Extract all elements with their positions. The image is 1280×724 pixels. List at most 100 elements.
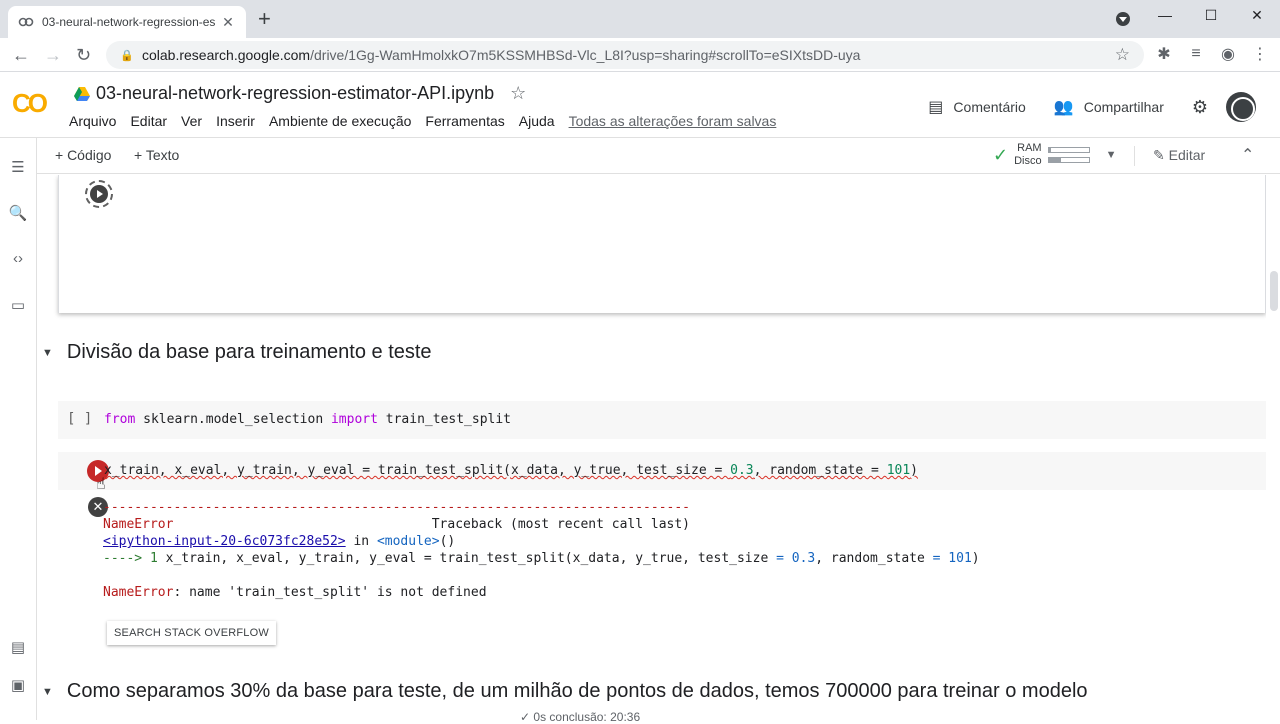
account-avatar[interactable] (1226, 92, 1256, 122)
menu-ver[interactable]: Ver (181, 113, 202, 129)
error-location-line: <ipython-input-20-6c073fc28e52> in <modu… (103, 533, 980, 550)
error-line-part1: x_train, x_eval, y_train, y_eval = train… (165, 551, 777, 566)
disk-bar (1047, 157, 1090, 163)
search-stack-overflow-button[interactable]: SEARCH STACK OVERFLOW (107, 621, 276, 645)
terminal-icon[interactable]: ▣ (8, 676, 28, 696)
reload-icon[interactable]: ↻ (76, 45, 91, 66)
new-tab-icon[interactable]: + (258, 8, 271, 30)
toolbar-divider (1134, 146, 1135, 166)
edit-mode-button[interactable]: ✎ Editar (1153, 147, 1205, 164)
code-line[interactable]: x_train, x_eval, y_train, y_eval = train… (104, 463, 918, 478)
error-line-part2: , random_state (815, 551, 933, 566)
close-window-icon[interactable]: ✕ (1234, 0, 1280, 30)
code-cell-split[interactable]: ☝ x_train, x_eval, y_train, y_eval = tra… (58, 452, 1266, 517)
keyword-import: import (330, 412, 378, 427)
collapse-triangle-icon[interactable]: ▼ (42, 686, 53, 698)
error-line-part3: ) (971, 551, 980, 566)
collapse-triangle-icon[interactable]: ▼ (42, 347, 53, 359)
menu-ferramentas[interactable]: Ferramentas (425, 113, 504, 129)
files-folder-icon[interactable]: ▭ (8, 296, 28, 316)
browser-avatar-icon[interactable]: ◉ (1218, 44, 1238, 64)
back-arrow-icon[interactable]: ← (12, 45, 30, 66)
section-title: Divisão da base para treinamento e teste (66, 341, 432, 363)
resources-indicator[interactable]: ✓ RAM Disco ▼ (993, 142, 1117, 168)
tab-title: 03-neural-network-regression-es (42, 15, 216, 29)
share-button[interactable]: 👥 Compartilhar (1054, 97, 1164, 117)
window-controls: — ☐ ✕ (1142, 0, 1280, 30)
previous-cell-output (58, 175, 1266, 313)
notebook-scrollbar[interactable] (1268, 175, 1280, 720)
error-output: ----------------------------------------… (103, 499, 980, 601)
module-name: sklearn.model_selection (135, 412, 331, 427)
code-num1: 0.3 (730, 463, 754, 478)
command-palette-icon[interactable]: ▤ (8, 638, 28, 658)
scrollbar-thumb[interactable] (1270, 271, 1278, 311)
module-paren: () (439, 534, 456, 549)
notebook-content: ▼ Divisão da base para treinamento e tes… (38, 175, 1266, 720)
media-queue-icon[interactable]: ≡ (1186, 45, 1206, 63)
url-path: /drive/1Gg-WamHmolxkO7m5KSSMHBSd-Vlc_L8I… (310, 47, 861, 63)
tab-close-icon[interactable]: ✕ (220, 14, 236, 31)
browser-tab-bar: 03-neural-network-regression-es ✕ + — ☐ … (0, 0, 1280, 38)
error-arrow: ----> 1 (103, 551, 166, 566)
minimize-icon[interactable]: — (1142, 0, 1188, 30)
run-cell-button[interactable] (85, 180, 113, 208)
error-dashes: ----------------------------------------… (103, 500, 690, 515)
error-header-line: NameError Traceback (most recent call la… (103, 516, 980, 533)
maximize-icon[interactable]: ☐ (1188, 0, 1234, 30)
colab-favicon-icon (18, 17, 34, 27)
add-code-button[interactable]: + Código (55, 147, 111, 163)
menu-editar[interactable]: Editar (130, 113, 167, 129)
menu-inserir[interactable]: Inserir (216, 113, 255, 129)
menu-bar: Arquivo Editar Ver Inserir Ambiente de e… (69, 113, 790, 129)
share-label: Compartilhar (1083, 99, 1164, 115)
lock-icon: 🔒 (120, 49, 134, 62)
bookmark-star-icon[interactable]: ☆ (1115, 45, 1130, 65)
connected-check-icon: ✓ (993, 144, 1009, 165)
play-icon (90, 185, 108, 203)
in-text: in (345, 534, 377, 549)
settings-gear-icon[interactable]: ⚙ (1192, 97, 1208, 118)
status-bar-text: ✓ 0s conclusão: 20:36 (520, 710, 641, 724)
notebook-title[interactable]: 03-neural-network-regression-estimator-A… (96, 83, 494, 104)
colab-logo[interactable]: CO (12, 88, 48, 119)
edit-label: Editar (1168, 147, 1206, 163)
ipython-input-link[interactable]: <ipython-input-20-6c073fc28e52> (103, 534, 346, 549)
disk-label: Disco (1014, 155, 1042, 167)
add-text-button[interactable]: + Texto (134, 147, 179, 163)
error-message-text: : name 'train_test_split' is not defined (173, 585, 487, 600)
chrome-profile-menu-icon[interactable] (1116, 12, 1130, 26)
code-part2: , random_state = (753, 463, 887, 478)
search-icon[interactable]: 🔍 (8, 204, 28, 224)
keyword-from: from (104, 412, 136, 427)
cell-run-bracket[interactable]: [ ] (67, 411, 92, 427)
table-of-contents-icon[interactable]: ☰ (8, 158, 28, 178)
code-snippets-icon[interactable]: ‹› (8, 250, 28, 270)
extensions-puzzle-icon[interactable]: ✱ (1154, 44, 1174, 64)
menu-ajuda[interactable]: Ajuda (519, 113, 555, 129)
browser-menu-icon[interactable]: ⋮ (1250, 44, 1270, 64)
error-name: NameError (103, 517, 174, 532)
resource-bars (1047, 143, 1090, 167)
menu-arquivo[interactable]: Arquivo (69, 113, 116, 129)
resources-dropdown-icon[interactable]: ▼ (1106, 149, 1117, 161)
forward-arrow-icon[interactable]: → (44, 45, 62, 66)
code-cell-import[interactable]: [ ] from sklearn.model_selection import … (58, 401, 1266, 439)
section-heading[interactable]: ▼ Divisão da base para treinamento e tes… (42, 341, 432, 364)
save-status[interactable]: Todas as alterações foram salvas (569, 113, 777, 129)
browser-tab[interactable]: 03-neural-network-regression-es ✕ (8, 6, 246, 38)
url-input[interactable]: 🔒 colab.research.google.com/drive/1Gg-Wa… (106, 41, 1144, 69)
star-notebook-icon[interactable]: ☆ (510, 83, 526, 104)
menu-ambiente[interactable]: Ambiente de execução (269, 113, 411, 129)
code-part1: x_train, x_eval, y_train, y_eval = train… (104, 463, 731, 478)
comment-label: Comentário (953, 99, 1026, 115)
extension-icons: ✱ ≡ ◉ ⋮ (1154, 44, 1270, 64)
comment-button[interactable]: ▤ Comentário (928, 97, 1026, 117)
import-name: train_test_split (377, 412, 512, 427)
header-actions: ▤ Comentário 👥 Compartilhar ⚙ (900, 92, 1256, 122)
code-line[interactable]: from sklearn.model_selection import trai… (104, 412, 511, 427)
ram-label: RAM (1017, 142, 1042, 154)
resource-labels: RAM Disco (1014, 142, 1042, 168)
collapse-header-icon[interactable]: ⌃ (1241, 145, 1254, 165)
section-heading-2[interactable]: ▼ Como separamos 30% da base para teste,… (42, 680, 1088, 703)
